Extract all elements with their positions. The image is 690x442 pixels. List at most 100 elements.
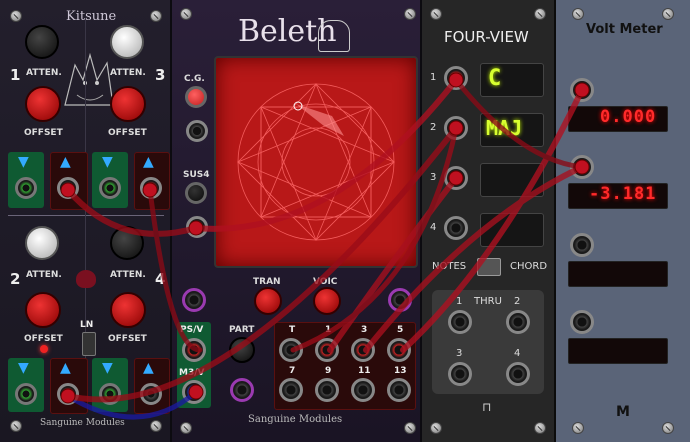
atten-knob-1[interactable] [25,25,59,59]
input-jack-2[interactable] [15,383,37,405]
screw [430,8,442,20]
channel-number-3: 3 [155,66,166,84]
output-arrow-icon: ▲ [60,360,71,376]
ext-label-1: 1 [325,325,332,335]
thru-jack-1[interactable] [448,310,472,334]
input-arrow-icon: ▼ [18,154,29,170]
input-jack-3[interactable] [99,177,121,199]
input-jack-1[interactable] [15,177,37,199]
thru-jack-4[interactable] [506,362,530,386]
row-number-3: 3 [430,172,437,183]
input-jack-4[interactable] [99,383,121,405]
screw [150,10,162,22]
notes-chord-switch[interactable] [477,258,501,276]
atten-knob-3[interactable] [110,25,144,59]
ext-jack-1[interactable] [315,338,339,362]
voic-label: VOIC [313,277,338,287]
voltmeter-panel: Volt Meter 0.000 -3.181 M [556,0,690,442]
offset-knob-3[interactable] [110,86,146,122]
ext-label-11: 11 [358,366,371,376]
input-arrow-icon: ▼ [102,154,113,170]
chord-network-diagram [236,82,396,242]
screw [10,10,22,22]
voltmeter-title: Volt Meter [586,22,663,37]
cg-label: C.G. [184,74,205,84]
fourview-in-jack-1[interactable] [444,66,468,90]
row-number-2: 2 [430,122,437,133]
atten-label: ATTEN. [110,68,146,78]
m3v-label: M3/V [179,368,205,378]
row-number-4: 4 [430,222,437,233]
offset-label: OFFSET [24,128,63,138]
fourview-in-jack-3[interactable] [444,166,468,190]
thru-num-1: 1 [456,296,463,307]
brand-label: Sanguine Modules [40,418,125,428]
voic-knob[interactable] [313,287,341,315]
thru-jack-3[interactable] [448,362,472,386]
m3v-jack[interactable] [182,380,206,404]
ext-jack-3[interactable] [351,338,375,362]
kitsune-title: Kitsune [66,9,117,24]
offset-knob-4[interactable] [110,292,146,328]
voic-cv-jack[interactable] [388,288,412,312]
output-arrow-icon: ▲ [143,360,154,376]
screw [662,8,674,20]
ext-label-t: T [289,325,296,335]
offset-knob-1[interactable] [25,86,61,122]
screw [534,422,546,434]
output-jack-1[interactable] [57,177,79,199]
demon-logo-icon [318,20,350,52]
atten-label: ATTEN. [110,270,146,280]
part-cv-jack[interactable] [230,378,254,402]
channel-number-2: 2 [10,270,21,288]
output-jack-4[interactable] [140,383,162,405]
ext-jack-7[interactable] [279,378,303,402]
screw [534,8,546,20]
screw [150,420,162,432]
screw [404,8,416,20]
ext-jack-9[interactable] [315,378,339,402]
fourview-title: FOUR-VIEW [444,28,529,46]
ext-jack-13[interactable] [387,378,411,402]
ext-jack-t[interactable] [279,338,303,362]
fourview-in-jack-4[interactable] [444,216,468,240]
output-jack-3[interactable] [140,177,162,199]
volt-display-3 [568,261,668,287]
row-number-1: 1 [430,72,437,83]
atten-knob-4[interactable] [110,226,144,260]
part-knob[interactable] [229,337,255,363]
offset-knob-2[interactable] [25,292,61,328]
volt-display-4 [568,338,668,364]
thru-jack-2[interactable] [506,310,530,334]
cg-button[interactable] [185,86,207,108]
atten-knob-2[interactable] [25,226,59,260]
offset-label: OFFSET [108,128,147,138]
tran-knob[interactable] [254,287,282,315]
brand-label: Sanguine Modules [248,414,343,425]
sus4-jack[interactable] [186,216,208,238]
output-arrow-icon: ▲ [143,154,154,170]
volt-jack-2[interactable] [570,155,594,179]
ext-label-13: 13 [394,366,407,376]
psv-jack[interactable] [182,338,206,362]
note-display-text-1: C [488,66,502,91]
ln-label: LN [80,320,94,330]
screw [572,422,584,434]
output-jack-2[interactable] [57,383,79,405]
channel-number-4: 4 [155,270,166,288]
fourview-panel: FOUR-VIEW 1 2 3 4 C MAJ NOTES CHORD 1 TH… [422,0,556,442]
volt-jack-1[interactable] [570,78,594,102]
ln-switch[interactable] [82,332,96,356]
part-label: PART [229,325,255,335]
volt-jack-4[interactable] [570,310,594,334]
screw [662,422,674,434]
ext-label-5: 5 [397,325,404,335]
tran-cv-jack[interactable] [182,288,206,312]
ext-jack-5[interactable] [387,338,411,362]
fourview-in-jack-2[interactable] [444,116,468,140]
screw [180,422,192,434]
volt-jack-3[interactable] [570,233,594,257]
cg-jack[interactable] [186,120,208,142]
sus4-button[interactable] [185,182,207,204]
ext-jack-11[interactable] [351,378,375,402]
